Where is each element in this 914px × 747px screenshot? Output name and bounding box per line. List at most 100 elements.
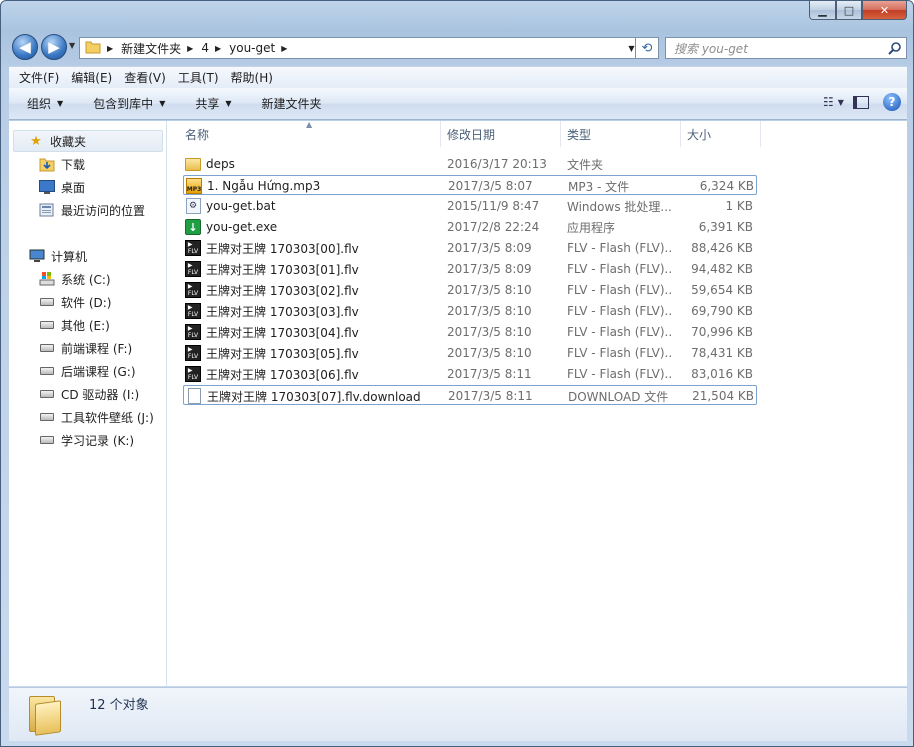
menu-tools[interactable]: 工具(T)	[172, 69, 225, 86]
bat-file-icon: ⚙	[185, 198, 201, 214]
breadcrumb-separator-icon[interactable]: ▶	[187, 44, 193, 53]
file-row[interactable]: ▶ FLV 王牌对王牌 170303[02].flv 2017/3/5 8:10 F…	[183, 280, 757, 300]
sidebar-item-computer[interactable]: 计算机	[29, 245, 87, 267]
file-row[interactable]: 王牌对王牌 170303[07].flv.download 2017/3/5 8…	[183, 385, 757, 405]
file-type: FLV - Flash (FLV)...	[567, 262, 671, 276]
sidebar-item-recent-places[interactable]: 最近访问的位置	[39, 199, 145, 221]
sidebar-item-drive-e[interactable]: 其他 (E:)	[39, 314, 110, 336]
folder-icon	[29, 694, 63, 736]
desktop-icon	[39, 179, 55, 195]
sidebar-item-drive-i[interactable]: CD 驱动器 (I:)	[39, 383, 139, 405]
file-row[interactable]: ▶ FLV 王牌对王牌 170303[01].flv 2017/3/5 8:09 F…	[183, 259, 757, 279]
menu-help[interactable]: 帮助(H)	[225, 69, 279, 86]
maximize-button[interactable]: □	[836, 1, 862, 20]
sidebar-item-drive-j[interactable]: 工具软件壁纸 (J:)	[39, 406, 154, 428]
file-type: FLV - Flash (FLV)...	[567, 241, 671, 255]
cd-drive-icon	[39, 386, 55, 402]
refresh-button[interactable]: ⟲	[635, 37, 659, 59]
file-size: 69,790 KB	[691, 304, 753, 318]
file-name: 王牌对王牌 170303[05].flv	[206, 346, 359, 361]
file-type: 文件夹	[567, 157, 604, 172]
forward-button[interactable]: ▶	[41, 34, 67, 60]
breadcrumb: ▶ 新建文件夹 ▶ 4 ▶ you-get ▶	[101, 38, 295, 58]
file-row[interactable]: ▶ FLV 王牌对王牌 170303[00].flv 2017/3/5 8:09 F…	[183, 238, 757, 258]
file-size: 94,482 KB	[691, 262, 753, 276]
file-date: 2017/2/8 22:24	[447, 220, 540, 234]
file-row[interactable]: deps 2016/3/17 20:13 文件夹	[183, 154, 757, 174]
file-row[interactable]: ↓ you-get.exe 2017/2/8 22:24 应用程序 6,391 K…	[183, 217, 757, 237]
file-name: 王牌对王牌 170303[07].flv.download	[207, 389, 421, 404]
folder-icon	[185, 156, 201, 172]
file-date: 2017/3/5 8:10	[447, 325, 532, 339]
sidebar-item-favorites[interactable]: ★ 收藏夹	[13, 130, 163, 152]
flv-icon: ▶ FLV	[185, 303, 201, 319]
column-header-name[interactable]: 名称	[179, 121, 441, 147]
file-size: 59,654 KB	[691, 283, 753, 297]
close-button[interactable]: ✕	[862, 1, 907, 20]
include-in-library-button[interactable]: 包含到库中 ▼	[75, 95, 177, 112]
share-label: 共享	[195, 97, 220, 111]
exe-icon: ↓	[185, 219, 201, 235]
minimize-button[interactable]: ▁	[809, 1, 836, 20]
sidebar-item-drive-g[interactable]: 后端课程 (G:)	[39, 360, 136, 382]
file-type: MP3 - 文件	[568, 179, 630, 194]
search-input[interactable]: 搜索 you-get	[665, 37, 907, 59]
flv-icon: ▶ FLV	[185, 240, 201, 256]
sidebar-item-label: 后端课程 (G:)	[61, 364, 136, 379]
share-button[interactable]: 共享 ▼	[177, 95, 243, 112]
breadcrumb-separator-icon[interactable]: ▶	[215, 44, 221, 53]
change-view-button[interactable]: ☷ ▼	[823, 95, 844, 109]
sidebar-item-label: 下载	[61, 157, 86, 172]
preview-pane-icon[interactable]	[853, 95, 869, 109]
recent-pages-dropdown[interactable]: ▼	[69, 41, 75, 50]
sidebar-item-label: 系统 (C:)	[61, 272, 111, 287]
column-header-type[interactable]: 类型	[561, 121, 681, 147]
sidebar-item-label: CD 驱动器 (I:)	[61, 387, 140, 402]
organize-button[interactable]: 组织 ▼	[9, 95, 75, 112]
sidebar-item-drive-k[interactable]: 学习记录 (K:)	[39, 429, 134, 451]
sidebar-item-label: 计算机	[51, 249, 88, 264]
file-name: 1. Ngẫu Hứng.mp3	[207, 179, 321, 193]
flv-icon: ▶ FLV	[185, 345, 201, 361]
sidebar-item-label: 桌面	[61, 180, 86, 195]
new-folder-label: 新建文件夹	[261, 97, 322, 111]
breadcrumb-item[interactable]: 新建文件夹	[121, 40, 181, 57]
file-date: 2017/3/5 8:10	[447, 283, 532, 297]
file-size: 1 KB	[725, 199, 753, 213]
address-bar[interactable]: ▶ 新建文件夹 ▶ 4 ▶ you-get ▶ ▼	[79, 37, 640, 59]
sidebar-item-drive-f[interactable]: 前端课程 (F:)	[39, 337, 132, 359]
file-row[interactable]: ▶ FLV 王牌对王牌 170303[04].flv 2017/3/5 8:10 F…	[183, 322, 757, 342]
flv-icon: ▶ FLV	[185, 366, 201, 382]
search-icon[interactable]	[888, 41, 902, 58]
file-type: 应用程序	[567, 220, 616, 235]
breadcrumb-item[interactable]: you-get	[229, 41, 275, 55]
file-row[interactable]: ▶ FLV 王牌对王牌 170303[06].flv 2017/3/5 8:11 F…	[183, 364, 757, 384]
file-row[interactable]: ⚙ you-get.bat 2015/11/9 8:47 Windows 批处理.…	[183, 196, 757, 216]
sidebar-item-downloads[interactable]: 下载	[39, 153, 85, 175]
file-size: 6,324 KB	[699, 179, 754, 193]
sidebar-item-label: 工具软件壁纸 (J:)	[61, 410, 154, 425]
sidebar-item-desktop[interactable]: 桌面	[39, 176, 85, 198]
item-count: 12 个对象	[89, 698, 149, 713]
menu-view[interactable]: 查看(V)	[118, 69, 172, 86]
file-row[interactable]: MP3 1. Ngẫu Hứng.mp3 2017/3/5 8:07 MP3 - …	[183, 175, 757, 195]
new-folder-button[interactable]: 新建文件夹	[244, 95, 334, 112]
back-button[interactable]: ◀	[12, 34, 38, 60]
menu-file[interactable]: 文件(F)	[13, 69, 65, 86]
breadcrumb-separator-icon[interactable]: ▶	[107, 44, 113, 53]
help-icon[interactable]: ?	[883, 93, 901, 111]
sidebar-item-drive-d[interactable]: 软件 (D:)	[39, 291, 111, 313]
file-date: 2015/11/9 8:47	[447, 199, 540, 213]
file-row[interactable]: ▶ FLV 王牌对王牌 170303[05].flv 2017/3/5 8:10 F…	[183, 343, 757, 363]
file-row[interactable]: ▶ FLV 王牌对王牌 170303[03].flv 2017/3/5 8:10 F…	[183, 301, 757, 321]
file-name: deps	[206, 157, 235, 171]
sidebar-item-drive-c[interactable]: 系统 (C:)	[39, 268, 111, 290]
sidebar-item-label: 前端课程 (F:)	[61, 341, 133, 356]
details-pane: 12 个对象	[9, 687, 907, 741]
file-date: 2017/3/5 8:10	[447, 346, 532, 360]
menu-edit[interactable]: 编辑(E)	[65, 69, 118, 86]
column-header-date[interactable]: 修改日期	[441, 121, 561, 147]
breadcrumb-item[interactable]: 4	[201, 41, 209, 55]
breadcrumb-separator-icon[interactable]: ▶	[281, 44, 287, 53]
column-header-size[interactable]: 大小	[681, 121, 761, 147]
